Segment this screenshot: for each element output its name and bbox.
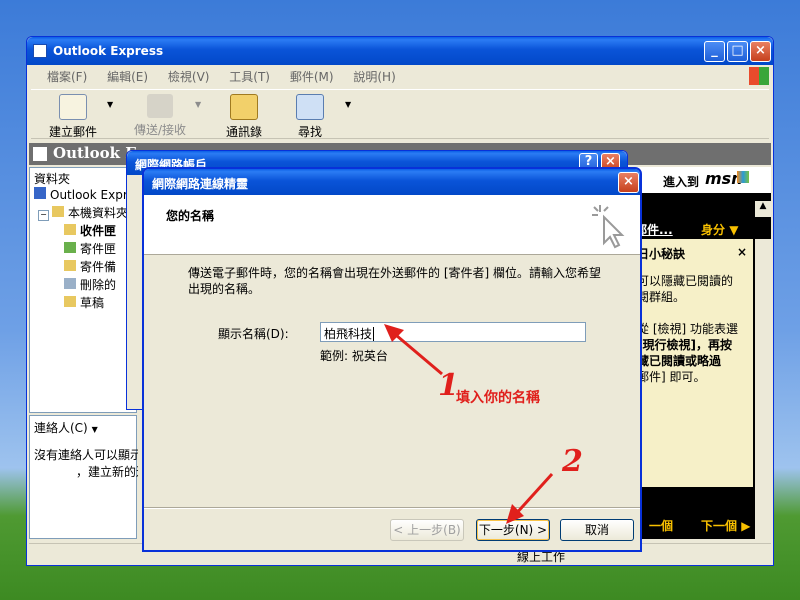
wizard-close-button[interactable]: × xyxy=(618,172,639,193)
wizard-description: 傳送電子郵件時，您的名稱會出現在外送郵件的 [寄件者] 欄位。請輸入您希望出現的… xyxy=(188,266,601,296)
wizard-header: 您的名稱 xyxy=(144,195,640,255)
window-title: Outlook Express xyxy=(53,44,164,58)
back-button[interactable]: < 上一步(B) xyxy=(390,519,464,541)
tree-item-drafts[interactable]: 草稿 xyxy=(34,294,138,312)
wizard-heading: 您的名稱 xyxy=(166,209,215,223)
msn-scrollbar[interactable] xyxy=(755,239,771,539)
maximize-button[interactable]: □ xyxy=(727,41,748,62)
send-receive-button[interactable]: 傳送/接收 xyxy=(129,94,191,138)
folder-tree: Outlook Expres − 本機資料夾 收件匣 寄件匣 寄件備 刪除的 草稿 xyxy=(34,186,138,312)
menu-tools[interactable]: 工具(T) xyxy=(229,70,270,84)
tip-text: 可以隱藏已閱讀的 閱群組。 從 [檢視] 功能表選 [現行檢視]，再按 藏已閱讀… xyxy=(637,274,738,384)
cancel-button[interactable]: 取消 xyxy=(560,519,634,541)
msn-scroll-up-icon[interactable]: ▲ xyxy=(755,201,771,217)
step2-number: 2 xyxy=(562,444,583,479)
collapse-icon[interactable]: − xyxy=(38,210,49,221)
outlook-icon xyxy=(33,147,47,161)
address-book-icon xyxy=(230,94,258,120)
drafts-icon xyxy=(64,296,76,307)
minimize-button[interactable]: _ xyxy=(704,41,725,62)
step1-text: 填入你的名稱 xyxy=(456,390,540,406)
menu-view[interactable]: 檢視(V) xyxy=(168,70,210,84)
contacts-pane: 連絡人(C) ▼ 沒有連絡人可以顯示 ，建立新的連 xyxy=(29,415,138,539)
menu-message[interactable]: 郵件(M) xyxy=(290,70,334,84)
wizard-title: 網際網路連線精靈 xyxy=(152,177,249,191)
inbox-icon xyxy=(64,224,76,235)
msn-goto-bar: 進入到 msn xyxy=(627,167,771,193)
menu-help[interactable]: 說明(H) xyxy=(353,70,395,84)
wizard-separator xyxy=(144,507,640,509)
tree-item-local-folders[interactable]: − 本機資料夾 xyxy=(34,204,138,222)
new-mail-icon xyxy=(59,94,87,120)
find-icon xyxy=(296,94,324,120)
tip-box: 日小秘訣 × 可以隱藏已閱讀的 閱群組。 從 [檢視] 功能表選 [現行檢視]，… xyxy=(633,239,753,487)
tree-item-deleted[interactable]: 刪除的 xyxy=(34,276,138,294)
outlook-icon xyxy=(34,187,46,199)
windows-logo-icon xyxy=(749,67,769,85)
app-icon xyxy=(33,44,47,58)
tree-item-outbox[interactable]: 寄件匣 xyxy=(34,240,138,258)
contacts-empty-text: 沒有連絡人可以顯示 ，建立新的連 xyxy=(34,448,138,479)
identity-menu[interactable]: 身分 ▼ xyxy=(701,221,738,238)
display-name-label: 顯示名稱(D): xyxy=(218,327,289,341)
contacts-dropdown-icon: ▼ xyxy=(91,425,98,434)
wizard-cursor-icon xyxy=(592,205,625,249)
tree-item-inbox[interactable]: 收件匣 xyxy=(34,222,138,240)
display-name-example: 範例: 祝英台 xyxy=(320,349,388,363)
annotation-arrow-2 xyxy=(506,472,554,524)
tree-item-outlook[interactable]: Outlook Expres xyxy=(34,186,138,204)
sent-icon xyxy=(64,260,76,271)
menu-bar: 檔案(F) 編輯(E) 檢視(V) 工具(T) 郵件(M) 說明(H) xyxy=(47,68,747,86)
find-button[interactable]: 尋找 xyxy=(289,94,331,140)
create-mail-button[interactable]: 建立郵件 xyxy=(45,94,101,140)
folder-pane-header: 資料夾 xyxy=(34,172,71,186)
msn-panel: 進入到 msn ▲ 郵件... 身分 ▼ 日小秘訣 × 可以隱藏已閱讀的 閱群組… xyxy=(627,167,771,539)
menu-file[interactable]: 檔案(F) xyxy=(47,70,87,84)
wizard-title-bar[interactable]: 網際網路連線精靈 × xyxy=(144,169,640,195)
tree-item-sent[interactable]: 寄件備 xyxy=(34,258,138,276)
tip-close-icon[interactable]: × xyxy=(737,245,747,259)
outbox-icon xyxy=(64,242,76,253)
send-receive-dropdown-icon[interactable]: ▼ xyxy=(195,100,201,109)
find-dropdown-icon[interactable]: ▼ xyxy=(345,100,351,109)
contacts-header[interactable]: 連絡人(C) ▼ xyxy=(34,419,98,436)
folder-pane: 資料夾 Outlook Expres − 本機資料夾 收件匣 寄件匣 寄件備 刪除… xyxy=(29,167,138,413)
toolbar: 建立郵件 ▼ 傳送/接收 ▼ 通訊錄 尋找 ▼ xyxy=(31,89,769,139)
folder-icon xyxy=(52,206,64,217)
text-cursor xyxy=(373,327,375,341)
msn-nav-bar: 郵件... 身分 ▼ xyxy=(627,219,771,239)
tip-next-link[interactable]: 下一個 ▶ xyxy=(701,517,750,534)
msn-butterfly-icon xyxy=(737,171,749,183)
send-receive-icon xyxy=(147,94,173,118)
create-mail-dropdown-icon[interactable]: ▼ xyxy=(107,100,113,109)
close-button[interactable]: × xyxy=(750,41,771,62)
display-name-input[interactable]: 柏飛科技 xyxy=(320,322,586,342)
tip-title: 日小秘訣 xyxy=(637,247,686,261)
title-bar[interactable]: Outlook Express _ □ × xyxy=(27,37,773,65)
address-book-button[interactable]: 通訊錄 xyxy=(219,94,269,140)
tip-prev-link[interactable]: 一個 xyxy=(649,517,673,534)
trash-icon xyxy=(64,278,76,289)
menu-edit[interactable]: 編輯(E) xyxy=(107,70,148,84)
